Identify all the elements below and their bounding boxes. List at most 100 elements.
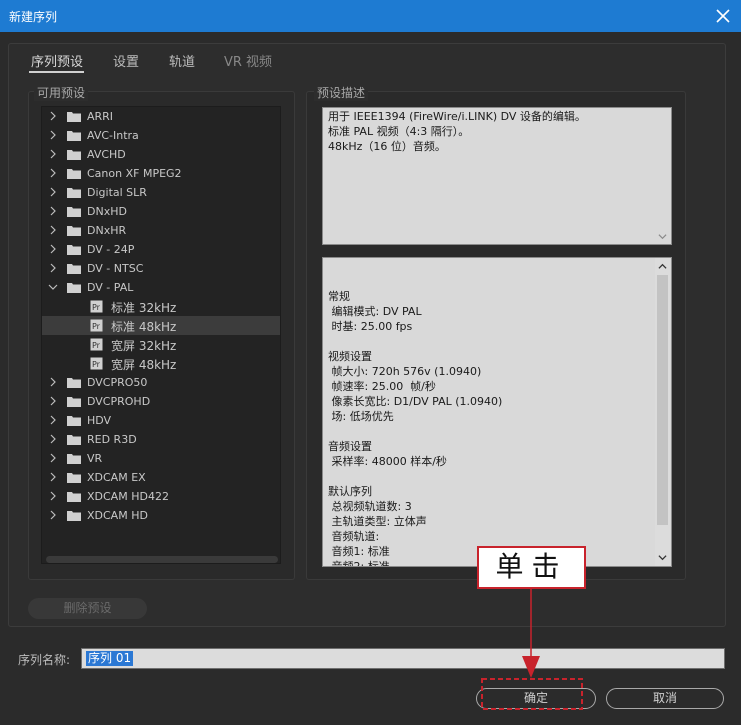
- chevron-right-icon[interactable]: [48, 490, 58, 502]
- delete-preset-button[interactable]: 删除预设: [28, 598, 147, 619]
- tree-folder-row[interactable]: AVC-Intra: [42, 126, 280, 145]
- tree-item-label: AVC-Intra: [87, 129, 139, 142]
- tree-preset-row[interactable]: Pr 标准 32kHz: [42, 297, 280, 316]
- chevron-right-icon[interactable]: [48, 186, 58, 198]
- ok-button[interactable]: 确定: [476, 688, 596, 709]
- tree-item-label: 标准 48kHz: [111, 320, 177, 334]
- tree-folder-row[interactable]: RED R3D: [42, 430, 280, 449]
- svg-text:Pr: Pr: [92, 360, 101, 369]
- svg-text:Pr: Pr: [92, 322, 101, 331]
- tree-folder-row[interactable]: XDCAM HD422: [42, 487, 280, 506]
- chevron-right-icon[interactable]: [48, 395, 58, 407]
- presets-group-label: 可用预设: [34, 84, 89, 101]
- chevron-right-icon[interactable]: [48, 376, 58, 388]
- presets-tree[interactable]: ARRI AVC-Intra AVCHD Canon XF MPEG2 Digital …: [41, 106, 281, 564]
- tree-folder-row[interactable]: DV - 24P: [42, 240, 280, 259]
- tree-item-label: 宽屏 48kHz: [111, 358, 177, 372]
- details-scrollbar[interactable]: [655, 258, 670, 566]
- chevron-down-icon[interactable]: [48, 281, 58, 293]
- chevron-right-icon[interactable]: [48, 471, 58, 483]
- tree-item-label: DVCPROHD: [87, 395, 151, 408]
- tree-item-label: RED R3D: [87, 433, 137, 446]
- tree-item-label: XDCAM HD: [87, 509, 148, 522]
- tree-item-label: AVCHD: [87, 148, 126, 161]
- folder-icon: [67, 378, 81, 388]
- tree-folder-row[interactable]: DVCPRO50: [42, 373, 280, 392]
- folder-icon: [67, 207, 81, 217]
- folder-icon: [67, 150, 81, 160]
- folder-icon: [67, 435, 81, 445]
- chevron-right-icon[interactable]: [48, 110, 58, 122]
- tree-folder-row[interactable]: DNxHR: [42, 221, 280, 240]
- chevron-right-icon[interactable]: [48, 452, 58, 464]
- tab-tracks[interactable]: 轨道: [169, 51, 195, 70]
- folder-icon: [67, 131, 81, 141]
- scroll-down-icon[interactable]: [658, 553, 667, 562]
- chevron-right-icon[interactable]: [48, 414, 58, 426]
- tree-folder-row[interactable]: DNxHD: [42, 202, 280, 221]
- folder-icon: [67, 416, 81, 426]
- chevron-right-icon[interactable]: [48, 167, 58, 179]
- tree-item-label: DNxHR: [87, 224, 127, 237]
- folder-icon: [67, 112, 81, 122]
- tree-folder-row[interactable]: Digital SLR: [42, 183, 280, 202]
- preset-file-icon: Pr: [90, 338, 103, 351]
- tab-vr-video[interactable]: VR 视频: [224, 51, 272, 70]
- tree-folder-row[interactable]: HDV: [42, 411, 280, 430]
- chevron-right-icon[interactable]: [48, 224, 58, 236]
- tree-folder-row[interactable]: DV - PAL: [42, 278, 280, 297]
- scroll-up-icon[interactable]: [658, 262, 667, 271]
- preset-details-text: 常规 编辑模式: DV PAL 时基: 25.00 fps 视频设置 帧大小: …: [322, 257, 672, 567]
- tree-preset-row[interactable]: Pr 宽屏 32kHz: [42, 335, 280, 354]
- chevron-right-icon[interactable]: [48, 262, 58, 274]
- chevron-right-icon[interactable]: [48, 129, 58, 141]
- description-scrollbar[interactable]: [655, 108, 670, 244]
- folder-icon: [67, 397, 81, 407]
- tree-horizontal-scrollbar[interactable]: [46, 556, 278, 563]
- tree-preset-row[interactable]: Pr 标准 48kHz: [42, 316, 280, 335]
- tree-folder-row[interactable]: ARRI: [42, 107, 280, 126]
- chevron-right-icon[interactable]: [48, 148, 58, 160]
- tab-sequence-presets[interactable]: 序列预设: [31, 51, 83, 70]
- tree-folder-row[interactable]: VR: [42, 449, 280, 468]
- folder-icon: [67, 283, 81, 293]
- description-group-label: 预设描述: [314, 84, 369, 101]
- chevron-right-icon[interactable]: [48, 509, 58, 521]
- scroll-down-icon[interactable]: [658, 232, 667, 241]
- folder-icon: [67, 245, 81, 255]
- svg-text:Pr: Pr: [92, 303, 101, 312]
- sequence-name-value: 序列 01: [86, 651, 134, 666]
- folder-icon: [67, 511, 81, 521]
- chevron-right-icon[interactable]: [48, 433, 58, 445]
- tree-item-label: HDV: [87, 414, 112, 427]
- tab-settings[interactable]: 设置: [113, 51, 139, 70]
- title-bar: 新建序列: [0, 0, 741, 32]
- tree-folder-row[interactable]: DVCPROHD: [42, 392, 280, 411]
- chevron-right-icon[interactable]: [48, 243, 58, 255]
- folder-icon: [67, 169, 81, 179]
- preset-file-icon: Pr: [90, 357, 103, 370]
- tree-folder-row[interactable]: XDCAM EX: [42, 468, 280, 487]
- scrollbar-thumb[interactable]: [657, 275, 668, 525]
- window-title: 新建序列: [9, 10, 58, 24]
- chevron-right-icon[interactable]: [48, 205, 58, 217]
- cancel-button[interactable]: 取消: [606, 688, 724, 709]
- tree-item-label: Digital SLR: [87, 186, 147, 199]
- close-icon[interactable]: [711, 4, 735, 28]
- tree-folder-row[interactable]: XDCAM HD: [42, 506, 280, 525]
- folder-icon: [67, 188, 81, 198]
- sequence-name-input[interactable]: 序列 01: [81, 648, 725, 669]
- tree-folder-row[interactable]: DV - NTSC: [42, 259, 280, 278]
- folder-icon: [67, 492, 81, 502]
- tree-folder-row[interactable]: Canon XF MPEG2: [42, 164, 280, 183]
- tree-item-label: ARRI: [87, 110, 114, 123]
- tree-item-label: XDCAM HD422: [87, 490, 169, 503]
- tree-folder-row[interactable]: AVCHD: [42, 145, 280, 164]
- tree-preset-row[interactable]: Pr 宽屏 48kHz: [42, 354, 280, 373]
- folder-icon: [67, 473, 81, 483]
- folder-icon: [67, 226, 81, 236]
- tree-item-label: DV - PAL: [87, 281, 134, 294]
- click-callout: 单击: [477, 546, 586, 589]
- active-tab-indicator: [29, 71, 84, 73]
- tree-item-label: DNxHD: [87, 205, 127, 218]
